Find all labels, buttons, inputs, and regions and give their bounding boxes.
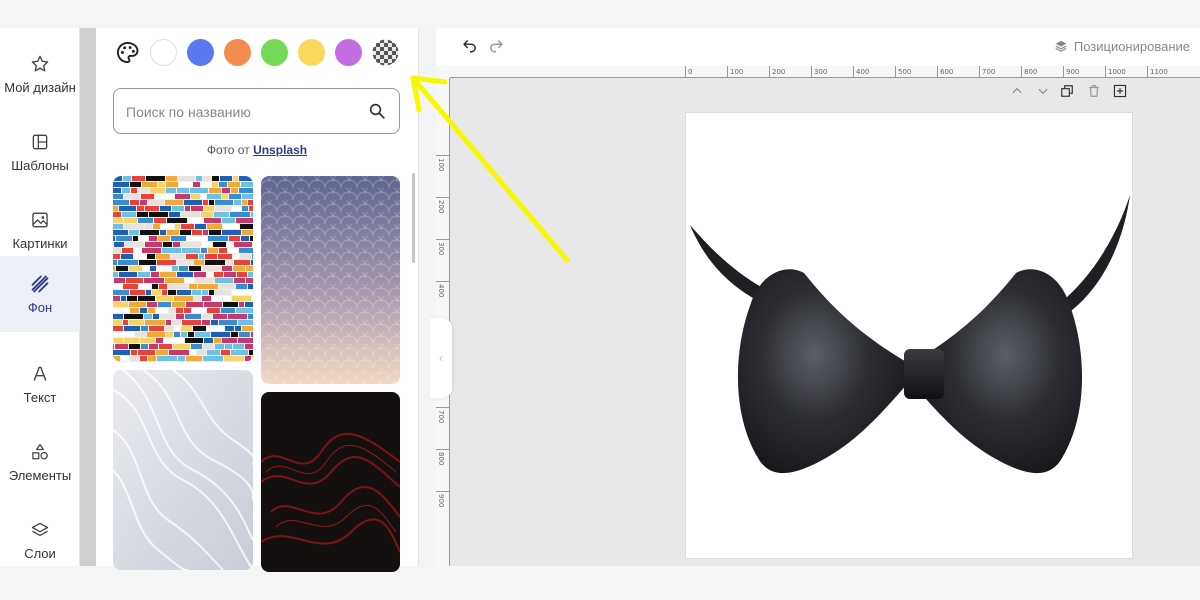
photo-credit: Фото от Unsplash (96, 143, 418, 157)
swatch-yellow[interactable] (298, 39, 325, 66)
ruler-tick: 100 (436, 155, 450, 171)
panel-scrollbar[interactable] (412, 173, 415, 263)
editor-toolbar: Позиционирование (436, 28, 1200, 66)
red-fractal-thumbnail (261, 392, 400, 572)
search-icon[interactable] (368, 102, 386, 120)
ruler-corner (436, 66, 450, 78)
pixel-pattern-thumbnail (113, 176, 253, 362)
search-box (113, 88, 400, 134)
nav-label: Текст (23, 389, 57, 405)
top-strip (0, 0, 1200, 28)
ruler-tick: 200 (436, 197, 450, 213)
ruler-tick: 800 (436, 449, 450, 465)
nav-label: Мой дизайн (4, 79, 76, 95)
swatch-purple[interactable] (335, 39, 362, 66)
ruler-tick: 900 (436, 491, 450, 507)
elements-icon (30, 442, 50, 462)
artboard[interactable] (685, 112, 1133, 559)
swatch-orange[interactable] (224, 39, 251, 66)
ruler-tick: 800 (1021, 66, 1037, 78)
background-tile[interactable] (113, 370, 253, 570)
ruler-tick: 0 (685, 66, 692, 78)
nav-label: Фон (27, 299, 53, 315)
chevron-down-icon[interactable] (1036, 84, 1050, 98)
credit-prefix: Фото от (206, 143, 250, 157)
nav-label: Картинки (12, 235, 68, 251)
star-icon (30, 54, 50, 74)
horizontal-ruler: 0 100 200 300 400 500 600 700 800 900 10… (450, 66, 1200, 78)
templates-icon (30, 132, 50, 152)
nav-item-text[interactable]: Текст (0, 346, 80, 422)
search-input[interactable] (126, 101, 356, 123)
nav-item-background[interactable]: Фон (0, 256, 80, 332)
white-waves-thumbnail (113, 370, 253, 570)
nav-item-templates[interactable]: Шаблоны (0, 114, 80, 190)
background-panel: Фото от Unsplash (96, 28, 418, 572)
nav-label: Слои (24, 545, 56, 561)
ruler-tick: 700 (979, 66, 995, 78)
trash-icon[interactable] (1087, 84, 1101, 98)
ruler-tick: 900 (1063, 66, 1079, 78)
ruler-tick: 600 (937, 66, 953, 78)
ruler-tick: 700 (436, 407, 450, 423)
ruler-tick: 100 (727, 66, 743, 78)
panel-divider (418, 28, 419, 566)
background-tile[interactable] (261, 176, 400, 384)
duplicate-icon[interactable] (1060, 84, 1074, 98)
redo-icon[interactable] (487, 36, 505, 54)
layers-icon (1055, 40, 1067, 52)
swatch-blue[interactable] (187, 39, 214, 66)
unsplash-link[interactable]: Unsplash (253, 143, 307, 157)
ruler-tick: 200 (769, 66, 785, 78)
collapse-panel-button[interactable]: ‹ (430, 318, 452, 398)
palette-icon[interactable] (114, 39, 141, 66)
chevron-left-icon: ‹ (439, 351, 443, 365)
swatch-white[interactable] (150, 39, 177, 66)
background-tile[interactable] (113, 176, 253, 362)
image-icon (30, 210, 50, 230)
editor-area: Позиционирование 0 100 200 300 400 500 6… (436, 28, 1200, 566)
positioning-button[interactable]: Позиционирование (1054, 36, 1190, 56)
swatch-green[interactable] (261, 39, 288, 66)
checkerboard-icon[interactable] (372, 39, 399, 66)
bow-tie-image[interactable] (686, 113, 1134, 560)
nav-label: Элементы (8, 467, 72, 483)
background-icon (30, 274, 50, 294)
undo-icon[interactable] (461, 36, 479, 54)
ruler-tick: 300 (811, 66, 827, 78)
left-nav: Мой дизайн Шаблоны Картинки Фон Текст Эл… (0, 28, 80, 566)
ruler-tick: 400 (853, 66, 869, 78)
nav-label: Шаблоны (11, 157, 69, 173)
bottom-strip (0, 566, 1200, 600)
ruler-tick: 1100 (1147, 66, 1168, 78)
positioning-label: Позиционирование (1073, 38, 1190, 54)
ruler-tick: 1000 (1105, 66, 1126, 78)
add-page-icon[interactable] (1113, 84, 1127, 98)
chevron-up-icon[interactable] (1010, 84, 1024, 98)
ruler-tick: 300 (436, 239, 450, 255)
scale-pattern-thumbnail (261, 176, 400, 384)
text-icon (30, 364, 50, 384)
nav-scrollbar[interactable] (80, 28, 96, 566)
layers-icon (30, 520, 50, 540)
nav-item-elements[interactable]: Элементы (0, 424, 80, 500)
ruler-tick: 500 (895, 66, 911, 78)
nav-item-layers[interactable]: Слои (0, 502, 80, 578)
ruler-tick: 400 (436, 281, 450, 297)
nav-item-my-design[interactable]: Мой дизайн (0, 36, 80, 112)
background-tile[interactable] (261, 392, 400, 572)
